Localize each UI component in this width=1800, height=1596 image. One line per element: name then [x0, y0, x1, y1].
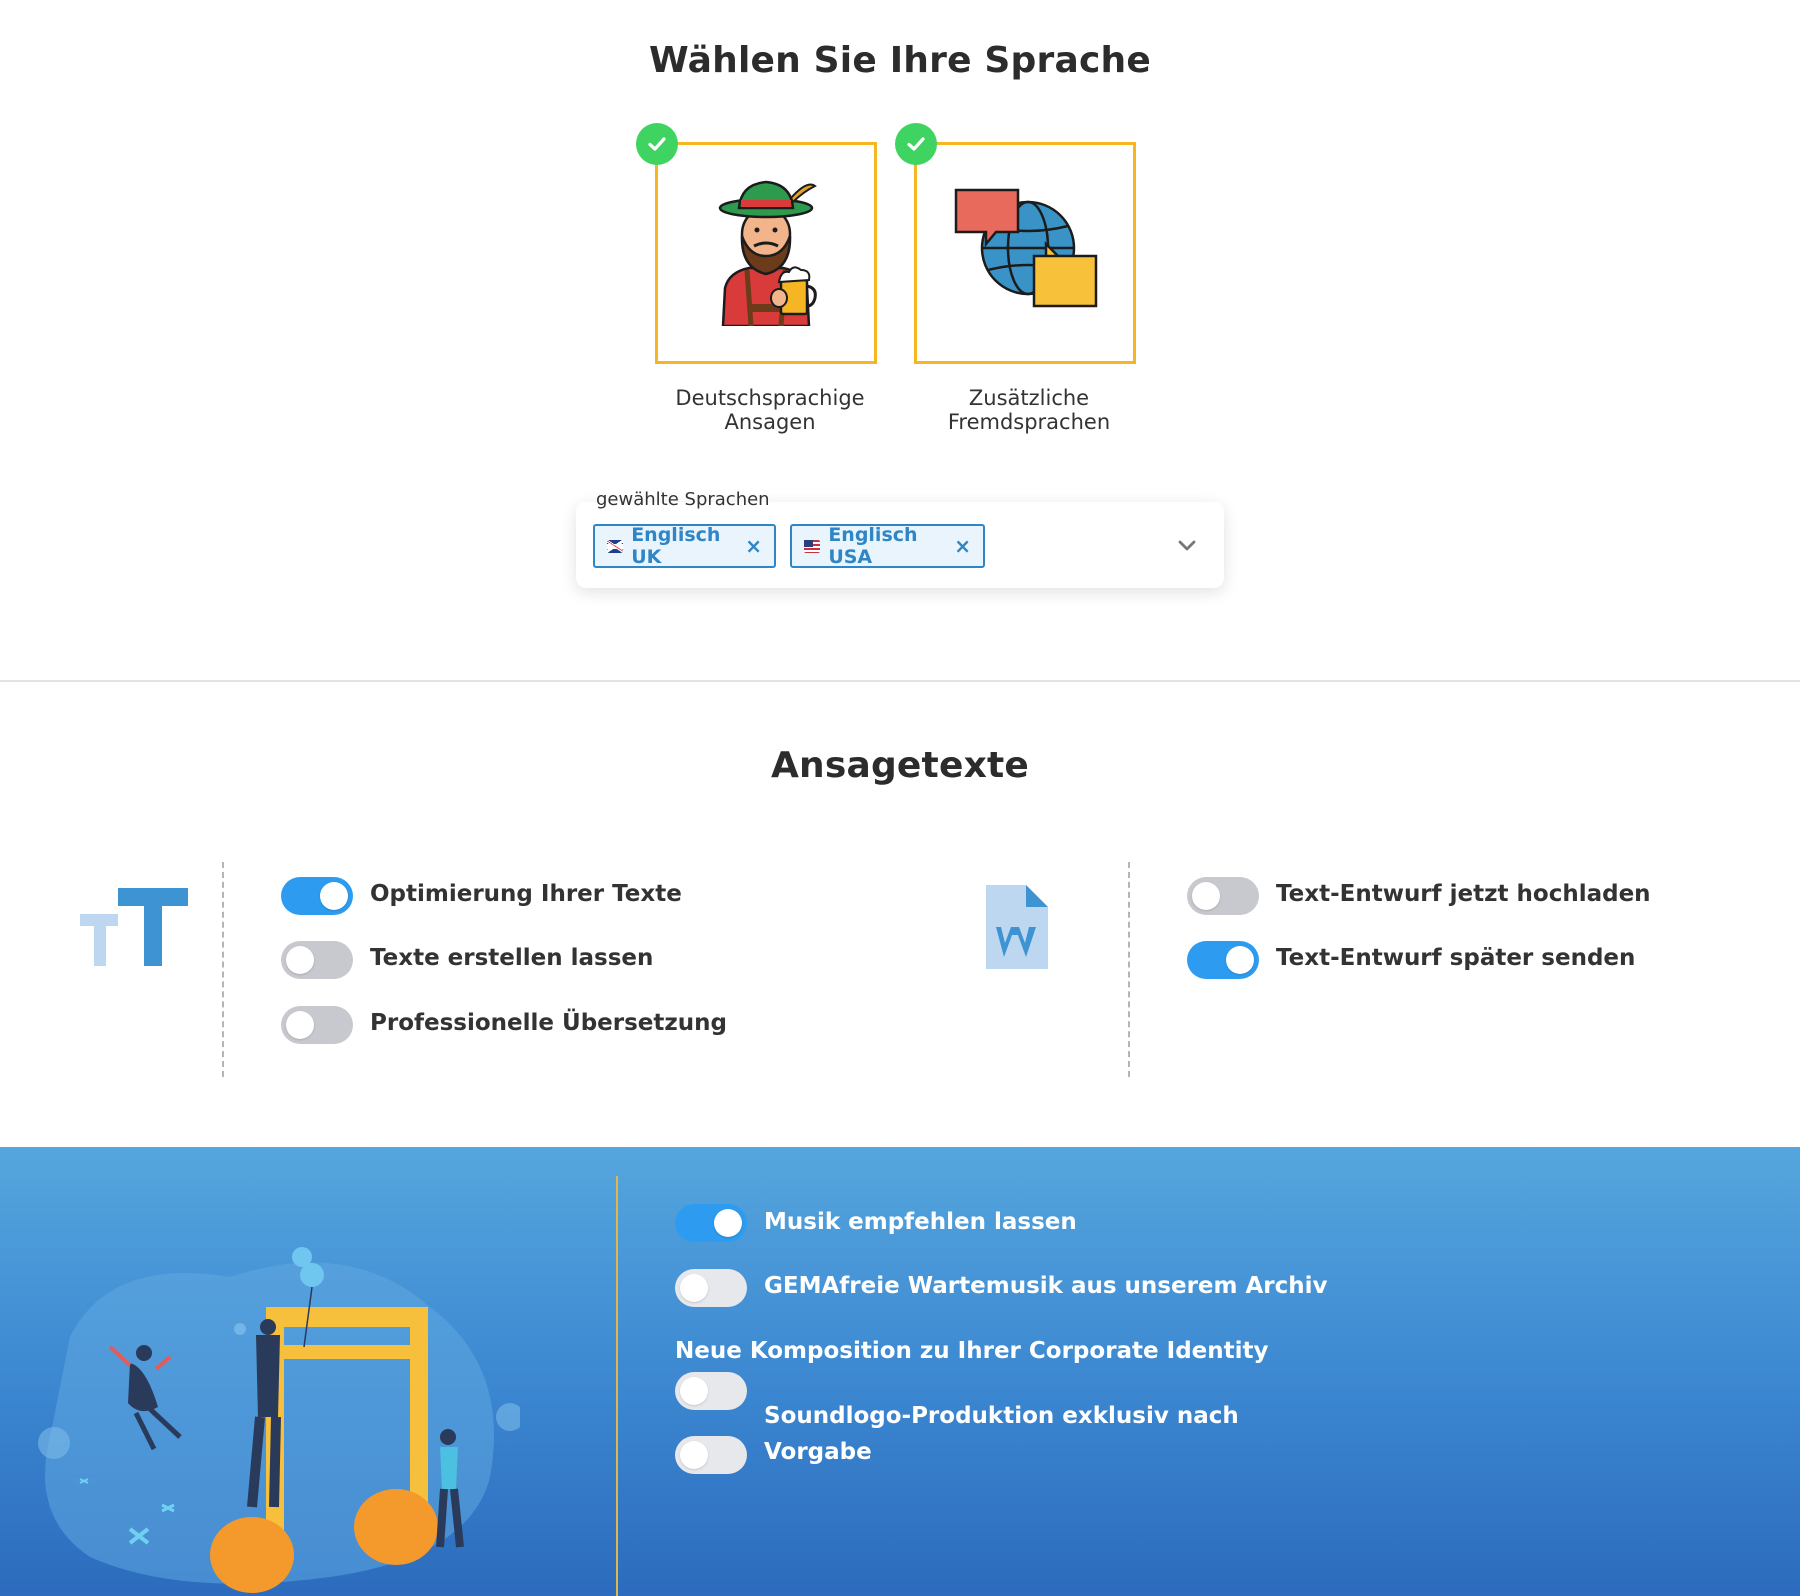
toggle-optimize-texts[interactable] [281, 877, 353, 915]
toggle-create-texts[interactable] [281, 941, 353, 979]
toggle-professional-translation[interactable] [281, 1006, 353, 1044]
option-label: GEMAfreie Wartemusik aus unserem Archiv [764, 1273, 1328, 1299]
chevron-down-icon[interactable] [1175, 533, 1199, 557]
language-chip-uk[interactable]: Englisch UK × [593, 524, 776, 568]
language-chip-label: Englisch UK [631, 524, 721, 568]
section-divider [0, 680, 1800, 682]
language-chip-label: Englisch USA [828, 524, 918, 568]
option-label: Text-Entwurf später senden [1276, 945, 1636, 971]
dashed-divider [222, 862, 224, 1077]
option-label: Optimierung Ihrer Texte [370, 881, 682, 907]
option-label: Texte erstellen lassen [370, 945, 654, 971]
language-chip-usa[interactable]: Englisch USA × [790, 524, 985, 568]
bavarian-man-with-beer-icon [711, 176, 821, 330]
card-foreign-languages[interactable] [895, 123, 1136, 364]
us-flag-icon [804, 539, 821, 553]
option-label: Musik empfehlen lassen [764, 1209, 1077, 1235]
globe-with-speech-bubbles-icon [950, 186, 1100, 320]
toggle-send-draft-later[interactable] [1187, 941, 1259, 979]
option-label: Text-Entwurf jetzt hochladen [1276, 881, 1651, 907]
card-german-label: Deutschsprachige Ansagen [675, 386, 865, 434]
card-german-announcements[interactable] [636, 123, 877, 364]
uk-flag-icon [607, 539, 624, 553]
toggle-soundlogo[interactable] [675, 1436, 747, 1474]
toggle-new-composition[interactable] [675, 1372, 747, 1410]
toggle-upload-draft-now[interactable] [1187, 877, 1259, 915]
option-label: Professionelle Übersetzung [370, 1010, 727, 1036]
soundlogo-label-line1: Soundlogo-Produktion exklusiv nach [764, 1403, 1239, 1429]
music-divider [616, 1176, 618, 1596]
check-icon [895, 123, 937, 165]
toggle-recommend-music[interactable] [675, 1204, 747, 1242]
toggle-gema-free-music[interactable] [675, 1269, 747, 1307]
announcement-texts-title: Ansagetexte [770, 745, 1030, 786]
soundlogo-label-line2: Vorgabe [764, 1439, 872, 1465]
card-foreign-label: Zusätzliche Fremdsprachen [947, 386, 1111, 434]
music-illustration [38, 1247, 520, 1593]
remove-chip-icon[interactable]: × [954, 534, 971, 558]
selected-languages-caption: gewählte Sprachen [596, 489, 770, 510]
composition-heading: Neue Komposition zu Ihrer Corporate Iden… [675, 1338, 1269, 1364]
text-size-icon [80, 888, 188, 966]
language-title: Wählen Sie Ihre Sprache [649, 40, 1151, 81]
dashed-divider [1128, 862, 1130, 1077]
remove-chip-icon[interactable]: × [745, 534, 762, 558]
check-icon [636, 123, 678, 165]
word-document-icon [986, 885, 1048, 969]
